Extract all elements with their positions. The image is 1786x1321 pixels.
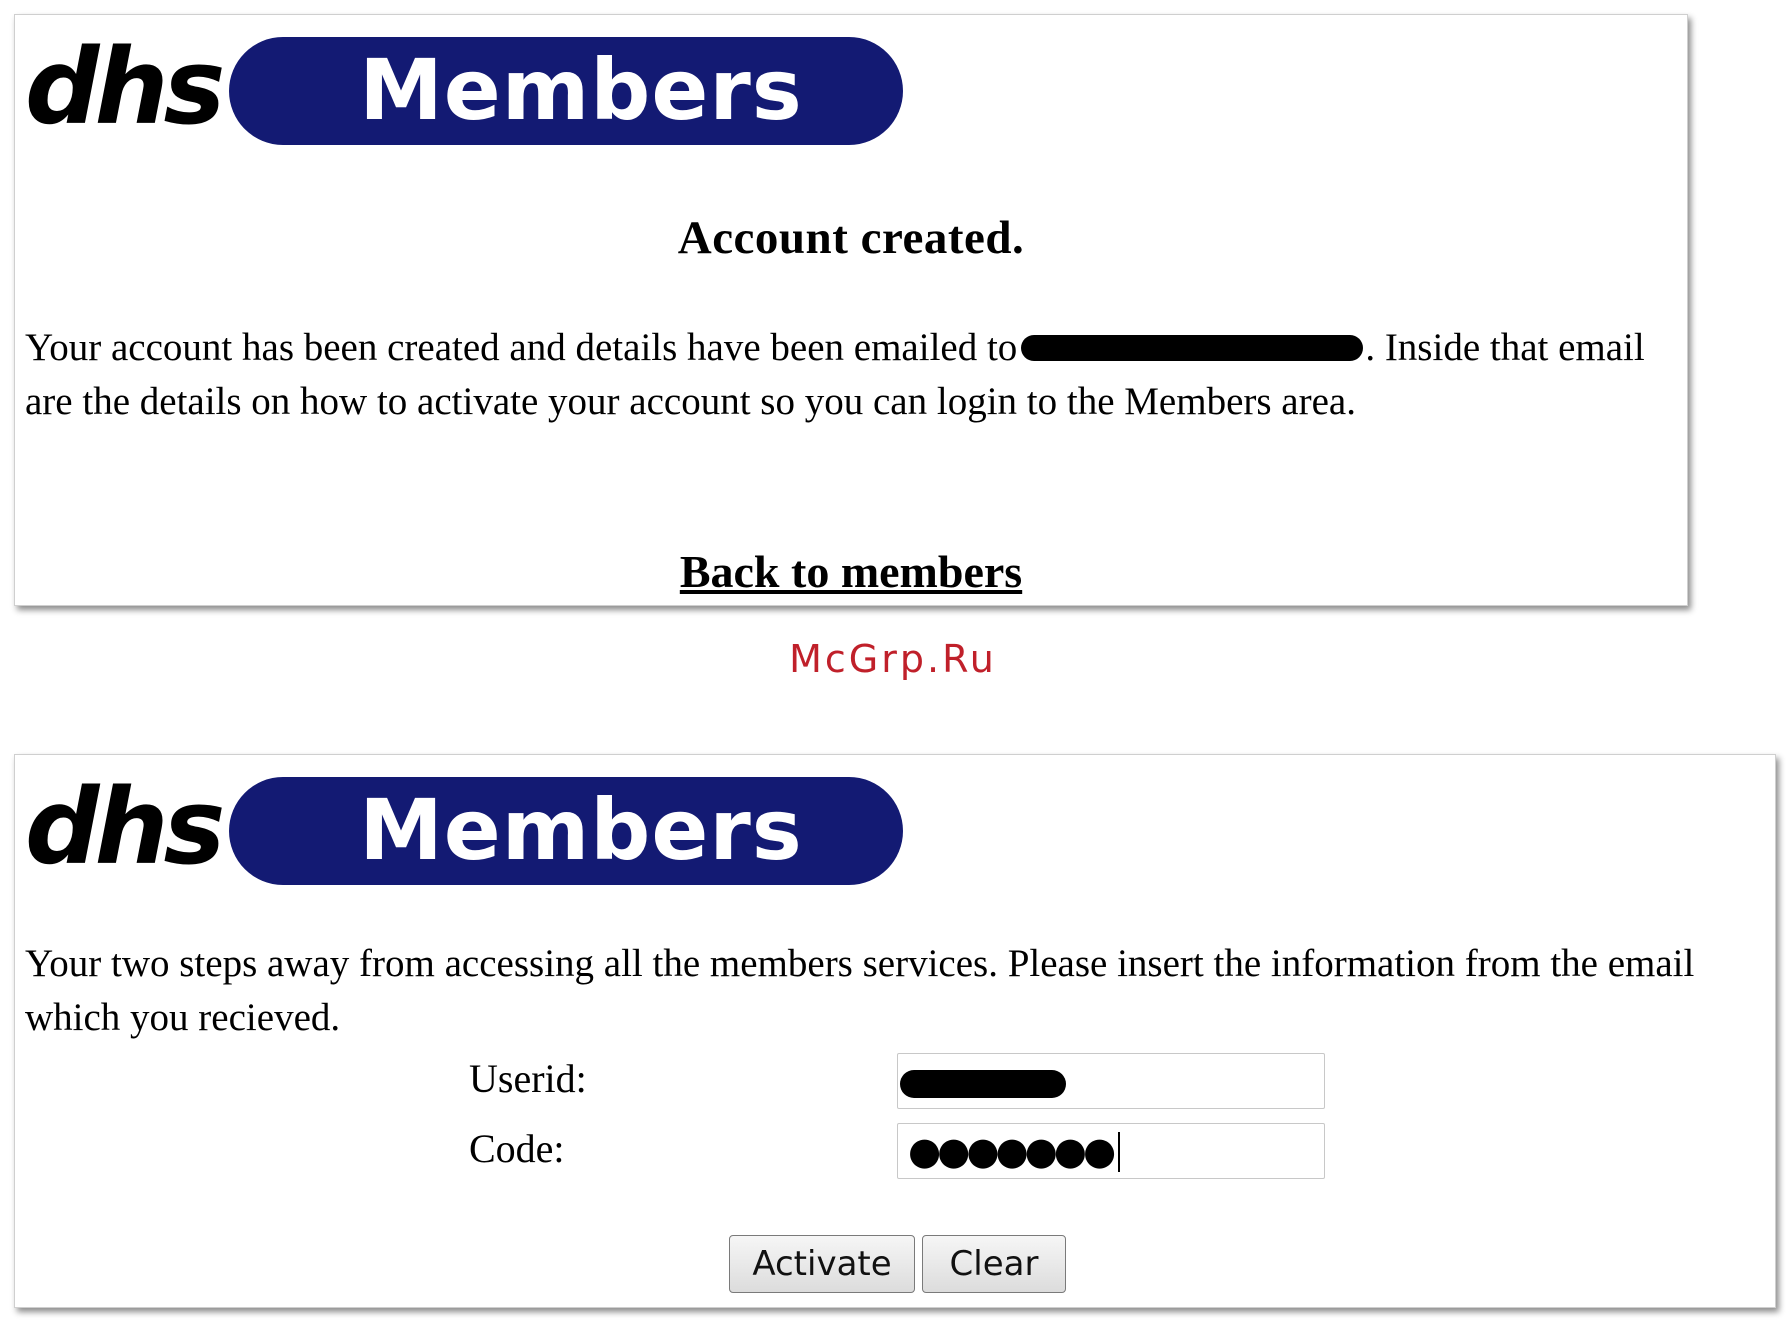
text-caret xyxy=(1118,1131,1121,1172)
logo-brand-text: dhs xyxy=(25,26,225,148)
activation-instructions: Your two steps away from accessing all t… xyxy=(25,942,1695,1039)
logo-members-text: Members xyxy=(359,781,803,879)
userid-input[interactable] xyxy=(897,1053,1325,1109)
redacted-userid xyxy=(900,1070,1066,1098)
activate-button[interactable]: Activate xyxy=(729,1235,915,1293)
clear-button[interactable]: Clear xyxy=(922,1235,1066,1293)
account-created-panel: dhs Members Account created. Your accoun… xyxy=(14,14,1688,606)
confirmation-paragraph: Your account has been created and detail… xyxy=(25,321,1675,429)
page-heading: Account created. xyxy=(677,212,1025,264)
redacted-email xyxy=(1021,335,1364,362)
logo-members-text: Members xyxy=(359,41,803,139)
paragraph-text-before-email: Your account has been created and detail… xyxy=(25,326,1018,369)
code-input[interactable]: ●●●●●●● xyxy=(897,1123,1325,1179)
dhs-members-logo: dhs Members xyxy=(25,31,905,147)
logo-members-pill: Members xyxy=(229,777,903,885)
watermark: McGrp.Ru xyxy=(789,637,997,681)
code-label: Code: xyxy=(469,1126,565,1171)
code-dots: ●●●●●●● xyxy=(908,1129,1116,1173)
activation-panel: dhs Members Your two steps away from acc… xyxy=(14,754,1776,1308)
userid-label: Userid: xyxy=(469,1056,587,1101)
back-to-members-link[interactable]: Back to members xyxy=(15,545,1687,598)
dhs-members-logo: dhs Members xyxy=(25,771,905,887)
code-masked-value: ●●●●●●● xyxy=(908,1129,1121,1174)
logo-members-pill: Members xyxy=(229,37,903,145)
logo-brand-text: dhs xyxy=(25,766,225,888)
